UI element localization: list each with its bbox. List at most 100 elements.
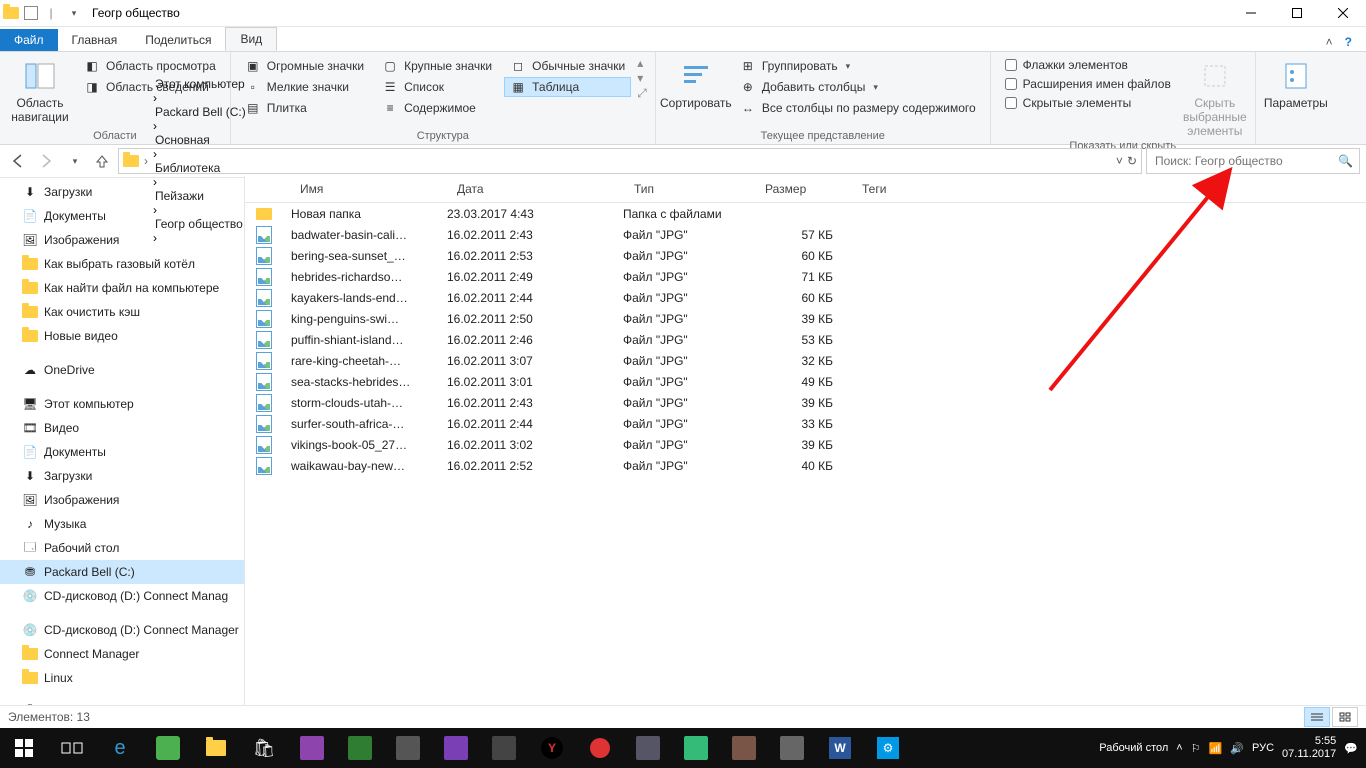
preview-pane-button[interactable]: ◧Область просмотра [78,56,222,76]
collapse-ribbon-icon[interactable]: ˄ [1320,33,1339,51]
tb-yandex[interactable]: Y [528,728,576,768]
sort-button[interactable]: Сортировать [664,56,728,110]
addr-dropdown-icon[interactable]: ˅ [1116,154,1123,168]
tray-desktop-label[interactable]: Рабочий стол [1099,742,1168,754]
layout-medium[interactable]: ◻Обычные значки [504,56,631,76]
nav-item[interactable]: Как найти файл на компьютере [0,276,244,300]
options-button[interactable]: Параметры [1264,56,1328,110]
nav-item[interactable]: ☁OneDrive [0,358,244,382]
task-view-button[interactable] [48,728,96,768]
file-row[interactable]: Новая папка23.03.2017 4:43Папка с файлам… [245,203,1366,224]
layout-scroll-down[interactable]: ▾ [637,71,647,85]
layout-content[interactable]: ≡Содержимое [376,98,498,118]
tb-app-1[interactable] [144,728,192,768]
nav-item[interactable]: 🎞Видео [0,416,244,440]
file-row[interactable]: kayakers-lands-end…16.02.2011 2:44Файл "… [245,287,1366,308]
breadcrumb-sep[interactable]: › [153,119,157,133]
col-size[interactable]: Размер [757,176,854,202]
ext-checkbox[interactable] [1005,78,1017,90]
layout-huge[interactable]: ▣Огромные значки [239,56,370,76]
tb-app-2[interactable] [288,728,336,768]
nav-item[interactable]: ⬇Загрузки [0,464,244,488]
file-list[interactable]: Новая папка23.03.2017 4:43Папка с файлам… [245,203,1366,728]
tb-opera[interactable] [576,728,624,768]
qat-dropdown-icon[interactable]: ▾ [64,4,82,22]
breadcrumb-item[interactable]: Основная [153,133,248,147]
checkbox-file-ext[interactable]: Расширения имен файлов [999,75,1177,93]
file-row[interactable]: sea-stacks-hebrides…16.02.2011 3:01Файл … [245,371,1366,392]
close-button[interactable] [1320,0,1366,26]
layout-tiles[interactable]: ▤Плитка [239,98,370,118]
layout-list[interactable]: ☰Список [376,77,498,97]
tray-overflow-icon[interactable]: ˄ [1176,742,1182,754]
nav-item[interactable]: 📄Документы [0,204,244,228]
nav-item[interactable]: Новые видео [0,324,244,348]
flags-checkbox[interactable] [1005,59,1017,71]
layout-small[interactable]: ▫Мелкие значки [239,77,370,97]
tb-app-9[interactable] [720,728,768,768]
tb-explorer[interactable] [192,728,240,768]
nav-item[interactable]: ⛃Packard Bell (C:) [0,560,244,584]
refresh-button[interactable]: ↻ [1127,154,1137,168]
file-row[interactable]: waikawau-bay-new…16.02.2011 2:52Файл "JP… [245,455,1366,476]
nav-item[interactable]: 🖼Изображения [0,488,244,512]
tb-word[interactable]: W [816,728,864,768]
nav-item[interactable]: ♪Музыка [0,512,244,536]
view-details-button[interactable] [1304,707,1330,727]
breadcrumb-sep[interactable]: › [153,147,157,161]
checkbox-icon[interactable] [24,6,38,20]
col-type[interactable]: Тип [626,176,757,202]
file-row[interactable]: storm-clouds-utah-…16.02.2011 2:43Файл "… [245,392,1366,413]
tray-lang[interactable]: РУС [1252,742,1274,754]
file-row[interactable]: puffin-shiant-island…16.02.2011 2:46Файл… [245,329,1366,350]
col-tags[interactable]: Теги [854,176,1366,202]
nav-pane-button[interactable]: Область навигации [8,56,72,124]
tb-app-7[interactable] [624,728,672,768]
nav-item[interactable]: 💿CD-дисковод (D:) Connect Manager [0,618,244,642]
checkbox-item-flags[interactable]: Флажки элементов [999,56,1177,74]
maximize-button[interactable] [1274,0,1320,26]
tb-edge[interactable]: e [96,728,144,768]
tab-home[interactable]: Главная [58,29,132,51]
nav-item[interactable]: 🗔Рабочий стол [0,536,244,560]
nav-item[interactable]: Linux [0,666,244,690]
file-row[interactable]: badwater-basin-cali…16.02.2011 2:43Файл … [245,224,1366,245]
file-row[interactable]: bering-sea-sunset_…16.02.2011 2:53Файл "… [245,245,1366,266]
layout-expand[interactable]: ⤢ [637,86,647,101]
group-by-button[interactable]: ⊞Группировать▾ [734,56,982,76]
nav-tree[interactable]: ⬇Загрузки📄Документы🖼ИзображенияКак выбра… [0,176,245,728]
nav-item[interactable]: Как очистить кэш [0,300,244,324]
tray-clock[interactable]: 5:55 07.11.2017 [1282,735,1336,761]
checkbox-hidden[interactable]: Скрытые элементы [999,94,1177,112]
view-icons-button[interactable] [1332,707,1358,727]
tb-settings[interactable]: ⚙ [864,728,912,768]
nav-item[interactable]: 💿CD-дисковод (D:) Connect Manag [0,584,244,608]
file-row[interactable]: surfer-south-africa-…16.02.2011 2:44Файл… [245,413,1366,434]
nav-item[interactable]: 🖼Изображения [0,228,244,252]
tab-share[interactable]: Поделиться [131,29,225,51]
address-bar[interactable]: › Этот компьютер›Packard Bell (C:)›Основ… [118,148,1142,174]
add-columns-button[interactable]: ⊕Добавить столбцы▾ [734,77,982,97]
col-name[interactable]: Имя [292,176,449,202]
autosize-columns-button[interactable]: ↔Все столбцы по размеру содержимого [734,98,982,118]
tray-defender-icon[interactable]: ⚐ [1191,742,1201,755]
nav-item[interactable]: 🖥Этот компьютер [0,392,244,416]
file-row[interactable]: king-penguins-swi…16.02.2011 2:50Файл "J… [245,308,1366,329]
layout-large[interactable]: ▢Крупные значки [376,56,498,76]
hidden-checkbox[interactable] [1005,97,1017,109]
layout-details[interactable]: ▦Таблица [504,77,631,97]
tb-app-4[interactable] [384,728,432,768]
tb-app-8[interactable] [672,728,720,768]
nav-back-button[interactable] [6,149,30,173]
layout-scroll-up[interactable]: ▴ [637,56,647,70]
col-date[interactable]: Дата [449,176,626,202]
nav-forward-button[interactable] [34,149,58,173]
tab-view[interactable]: Вид [225,27,277,51]
tb-app-3[interactable] [336,728,384,768]
file-row[interactable]: hebrides-richardso…16.02.2011 2:49Файл "… [245,266,1366,287]
file-row[interactable]: rare-king-cheetah-…16.02.2011 3:07Файл "… [245,350,1366,371]
minimize-button[interactable] [1228,0,1274,26]
breadcrumb-item[interactable]: Этот компьютер [153,77,248,91]
tray-volume-icon[interactable]: 🔊 [1230,742,1244,755]
search-input[interactable] [1153,153,1338,169]
